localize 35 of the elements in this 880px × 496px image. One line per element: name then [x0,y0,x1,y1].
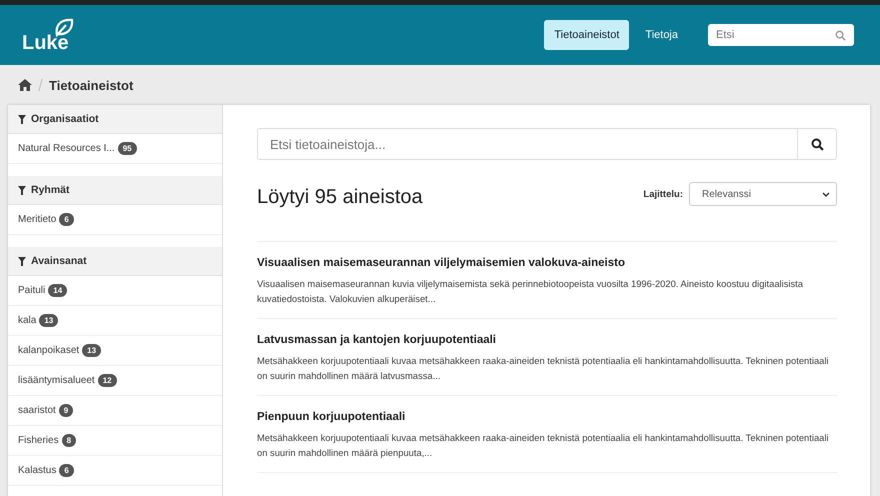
nav-tab[interactable]: Tietoja [635,20,688,50]
sort-dropdown[interactable]: Relevanssi [689,182,837,206]
facet-item[interactable]: Natural Resources I... 95 [8,134,222,164]
search-button[interactable] [798,128,837,160]
chevron-icon [822,192,830,196]
facet-title: Avainsanat [31,255,87,267]
sort-label: Lajittelu: [643,188,683,200]
search-icon [810,138,824,150]
filter-icon [18,186,26,194]
home-icon[interactable] [18,79,32,91]
nav-tab[interactable]: Tietoaineistot [544,20,630,50]
search-icon [835,30,846,41]
result-title[interactable]: Pienpuun korjuupotentiaali [257,411,837,423]
facet-item[interactable]: kalanpoikaset 13 [8,336,222,366]
breadcrumb-link[interactable]: Tietoaineistot [49,78,134,92]
results-heading: Löytyi 95 aineistoa [257,186,423,209]
result-title[interactable]: Latvusmassan ja kantojen korjuupotentiaali [257,334,837,346]
facet-item[interactable]: saaristot 9 [8,396,222,426]
facet-title: Organisaatiot [31,113,99,125]
facet-item[interactable]: Paituli 14 [8,276,222,306]
filter-icon [18,114,26,124]
facet-item[interactable]: Fisheries 8 [8,426,222,456]
facet-item[interactable]: lisääntymisalueet 12 [8,366,222,396]
filter-icon [18,256,26,266]
facet-title: Ryhmät [31,184,70,196]
result-description: Metsähakkeen korjuupotentiaali kuvaa metsähakkeen raaka-aineiden teknistä potentiaalia eli hankintamahdollisuutta. Tekninen potentiaali on suurin mahdollinen määrä latvusmassa... [257,354,830,383]
search-field[interactable]: Etsi tietoaineistoja... [257,128,798,160]
facet-item[interactable]: kala 13 [8,306,222,336]
result-description: Visuaalisen maisemaseurannan kuvia viljelymaisemista sekä perinnebiotoopeista vuosilta 1996-2020. Aineisto koostuu digitaalisista kuvatiedostoista. Valokuvien alkuperäiset... [257,277,804,306]
logo[interactable]: Luke [22,17,69,53]
facet-item[interactable]: Meritieto 6 [8,205,222,235]
facet-item[interactable]: Kalastus 6 [8,456,222,486]
result-description: Metsähakkeen korjuupotentiaali kuvaa metsähakkeen raaka-aineiden teknistä potentiaalia eli hankintamahdollisuutta. Tekninen potentiaali on suurin mahdollinen määrä pienpuuta,... [257,431,830,460]
result-title[interactable]: Visuaalisen maisemaseurannan viljelymaisemien valokuva-aineisto [257,257,837,269]
search-field[interactable]: Etsi [708,24,854,46]
